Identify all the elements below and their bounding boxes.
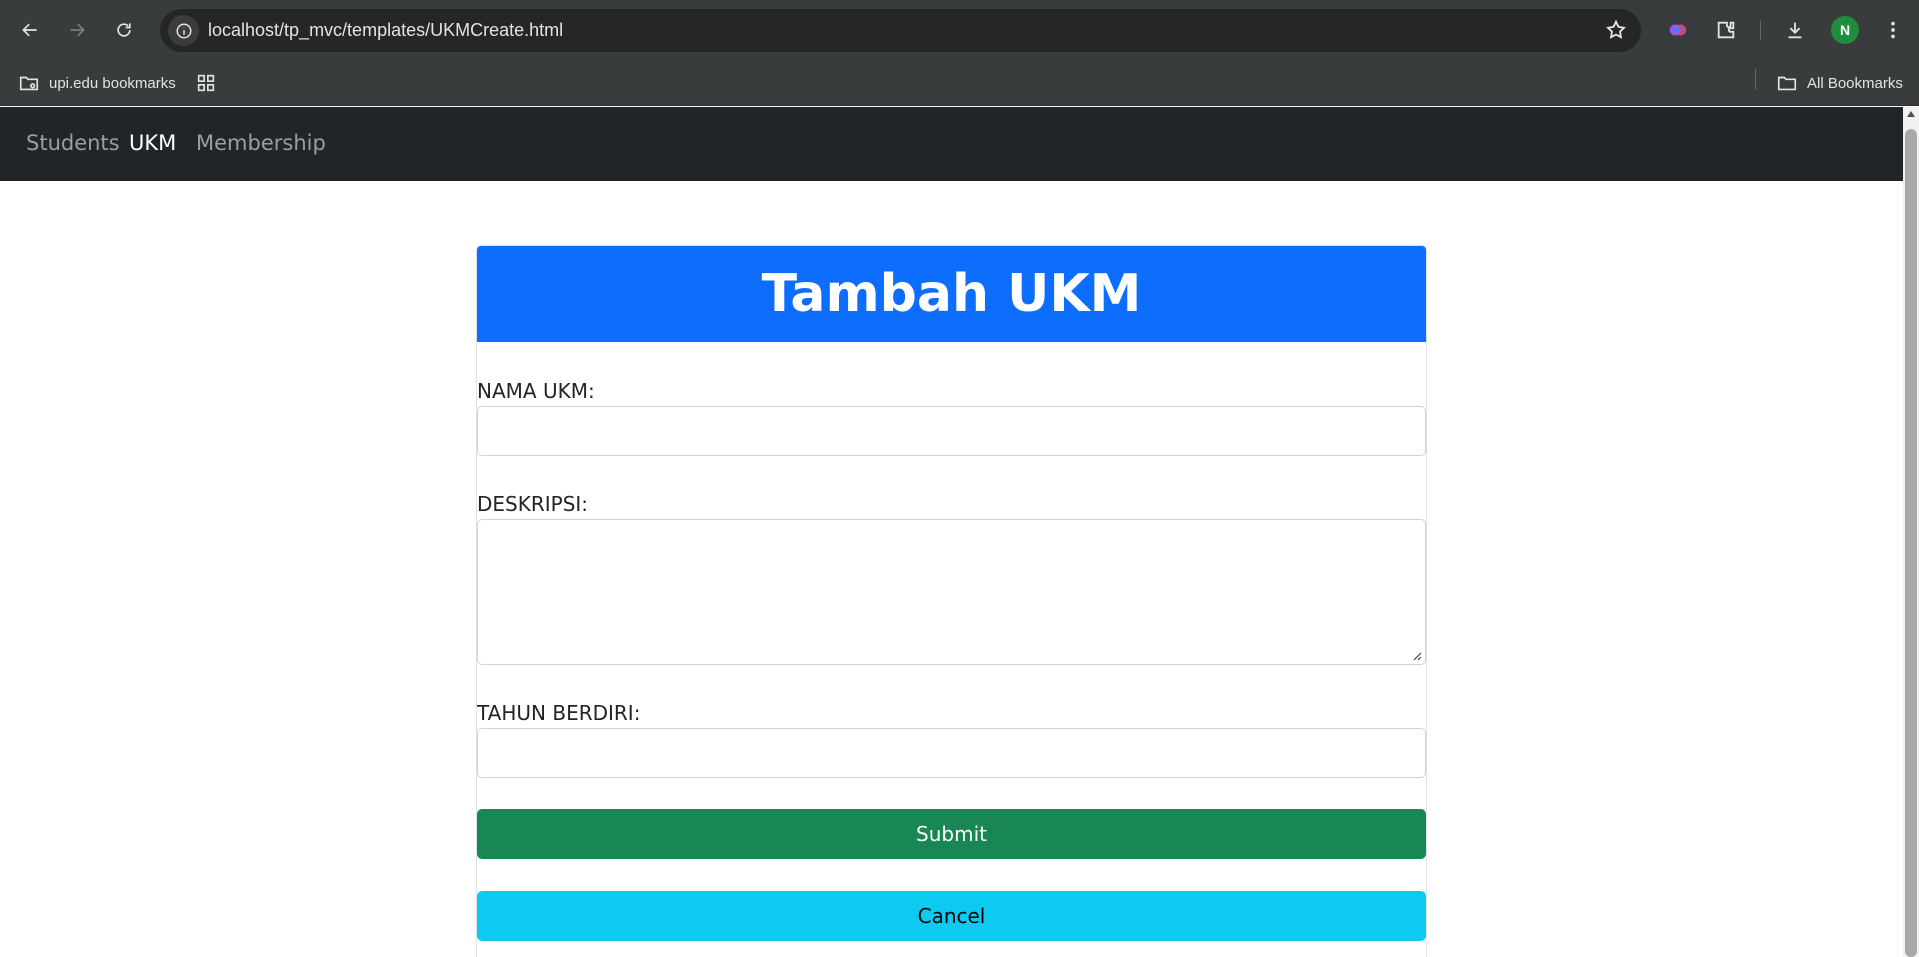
back-button[interactable]: [13, 13, 47, 47]
apps-grid-button[interactable]: [195, 70, 226, 96]
folder-icon: [1777, 76, 1797, 91]
nav-link-ukm[interactable]: UKM: [129, 131, 176, 155]
resize-grip-icon[interactable]: [1412, 651, 1422, 661]
bookmark-folder-label: upi.edu bookmarks: [49, 74, 176, 92]
browser-toolbar: localhost/tp_mvc/templates/UKMCreate.htm…: [0, 0, 1919, 60]
forward-button[interactable]: [60, 13, 94, 47]
tahun-berdiri-label: TAHUN BERDIRI:: [477, 701, 641, 725]
arrow-left-icon: [22, 23, 37, 37]
page-scrollbar[interactable]: [1903, 107, 1919, 957]
toolbar-divider: [1760, 20, 1761, 40]
all-bookmarks-label: All Bookmarks: [1807, 74, 1903, 92]
address-bar[interactable]: localhost/tp_mvc/templates/UKMCreate.htm…: [160, 9, 1641, 52]
arrow-right-icon: [70, 23, 85, 37]
tahun-berdiri-input[interactable]: [477, 728, 1426, 778]
apps-grid-icon: [197, 74, 215, 92]
url-text[interactable]: localhost/tp_mvc/templates/UKMCreate.htm…: [208, 20, 563, 41]
bookmark-star-icon[interactable]: [1605, 19, 1627, 45]
extensions-icon[interactable]: [1711, 15, 1741, 45]
deskripsi-label: DESKRIPSI:: [477, 492, 589, 516]
reload-button[interactable]: [107, 13, 141, 47]
bookmarks-bar: upi.edu bookmarks All Bookmarks: [0, 60, 1919, 106]
managed-folder-icon: [19, 76, 39, 91]
submit-button[interactable]: Submit: [477, 809, 1426, 859]
bookmarks-divider: [1755, 68, 1756, 90]
scroll-up-arrow-icon[interactable]: [1907, 111, 1915, 117]
menu-kebab-icon[interactable]: [1878, 15, 1908, 45]
profile-avatar[interactable]: N: [1831, 16, 1859, 44]
nav-link-membership[interactable]: Membership: [196, 131, 326, 155]
nama-ukm-input[interactable]: [477, 406, 1426, 456]
create-ukm-card: Tambah UKM NAMA UKM: DESKRIPSI: TAHUN BE…: [476, 245, 1427, 957]
ai-assistant-icon[interactable]: [1663, 15, 1693, 45]
site-info-icon[interactable]: [168, 15, 199, 46]
card-header: Tambah UKM: [477, 246, 1426, 342]
deskripsi-textarea[interactable]: [477, 519, 1426, 665]
page-title: Tambah UKM: [761, 264, 1142, 324]
nama-ukm-label: NAMA UKM:: [477, 379, 595, 403]
cancel-button[interactable]: Cancel: [477, 891, 1426, 941]
scroll-thumb[interactable]: [1905, 129, 1917, 957]
download-icon[interactable]: [1780, 15, 1810, 45]
reload-icon: [117, 23, 131, 37]
site-navbar: Students UKM Membership: [0, 107, 1903, 181]
all-bookmarks-button[interactable]: All Bookmarks: [1776, 70, 1903, 96]
bookmark-folder-upi[interactable]: upi.edu bookmarks: [18, 70, 176, 96]
nav-link-students[interactable]: Students: [26, 131, 120, 155]
